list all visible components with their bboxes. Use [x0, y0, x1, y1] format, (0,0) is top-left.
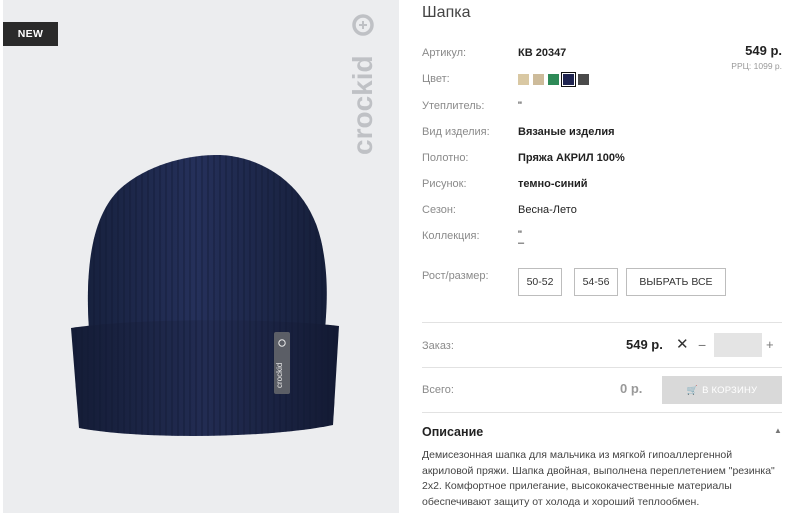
spec-value-pattern: темно-синий — [518, 178, 588, 190]
spec-label-pattern: Рисунок: — [422, 178, 467, 190]
select-all-sizes-button[interactable]: ВЫБРАТЬ ВСЕ — [626, 268, 726, 296]
product-info: Шапка 549 р. РРЦ: 1099 р. Артикул: КВ 20… — [422, 0, 790, 513]
size-label: Рост/размер: — [422, 270, 489, 282]
color-swatch-beige[interactable] — [533, 74, 544, 85]
svg-text:crockid: crockid — [275, 363, 284, 388]
color-swatches — [518, 72, 589, 87]
spec-label-season: Сезон: — [422, 204, 456, 216]
product-price: 549 р. — [745, 43, 782, 58]
spec-label-insulation: Утеплитель: — [422, 100, 485, 112]
add-to-cart-button[interactable]: 🛒 В КОРЗИНУ — [662, 376, 782, 404]
spec-value-article: КВ 20347 — [518, 47, 567, 59]
color-swatch-green[interactable] — [548, 74, 559, 85]
increment-button[interactable]: + — [766, 337, 774, 352]
size-option-54-56[interactable]: 54-56 — [574, 268, 618, 296]
spec-label-color: Цвет: — [422, 73, 450, 85]
svg-text:crockid: crockid — [350, 55, 378, 155]
color-swatch-beige-light[interactable] — [518, 74, 529, 85]
spec-value-insulation: " — [518, 100, 522, 112]
spec-label-fabric: Полотно: — [422, 152, 469, 164]
cart-icon: 🛒 — [686, 385, 699, 395]
spec-label-article: Артикул: — [422, 47, 467, 59]
product-image[interactable]: crockid NEW crockid — [3, 0, 399, 513]
description-heading[interactable]: Описание — [422, 425, 483, 439]
rrp-price: РРЦ: 1099 р. — [731, 61, 782, 71]
multiply-icon: ✕ — [676, 336, 689, 353]
spec-value-season: Весна-Лето — [518, 204, 577, 216]
spec-value-collection-dash: – — [518, 237, 525, 249]
size-option-50-52[interactable]: 50-52 — [518, 268, 562, 296]
spec-value-fabric: Пряжа АКРИЛ 100% — [518, 152, 625, 164]
color-swatch-navy[interactable] — [561, 72, 576, 87]
total-label: Всего: — [422, 384, 454, 396]
product-title: Шапка — [422, 4, 471, 21]
brand-logo: crockid — [350, 14, 378, 155]
decrement-button[interactable]: − — [698, 337, 706, 353]
spec-value-type: Вязаные изделия — [518, 126, 615, 138]
color-swatch-dark-gray[interactable] — [578, 74, 589, 85]
description-text: Демисезонная шапка для мальчика из мягко… — [422, 449, 775, 508]
quantity-input[interactable] — [714, 333, 762, 357]
order-label: Заказ: — [422, 340, 454, 352]
collapse-caret-icon[interactable]: ▲ — [774, 426, 782, 435]
order-price: 549 р. — [626, 337, 663, 352]
spec-label-type: Вид изделия: — [422, 126, 490, 138]
divider — [422, 367, 782, 368]
new-badge: NEW — [3, 22, 58, 46]
spec-label-collection: Коллекция: — [422, 230, 480, 242]
divider — [422, 322, 782, 323]
total-value: 0 р. — [620, 381, 643, 396]
hat-illustration: crockid — [71, 155, 339, 436]
divider — [422, 412, 782, 413]
add-to-cart-label: В КОРЗИНУ — [702, 385, 758, 396]
